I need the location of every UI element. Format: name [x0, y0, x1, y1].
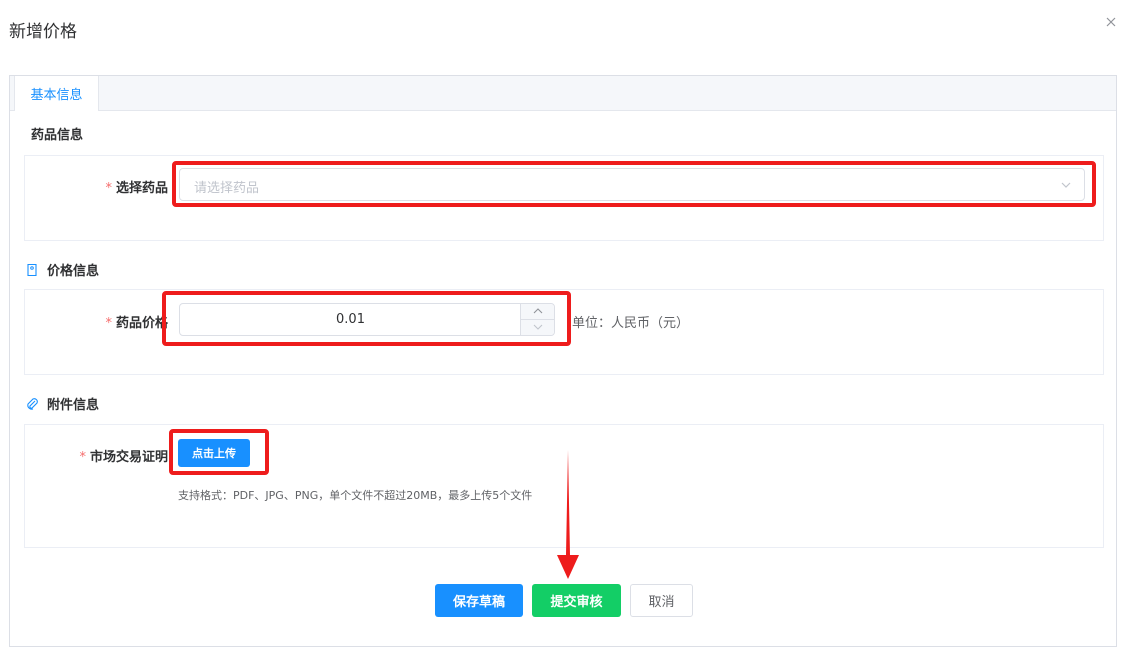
cancel-button[interactable]: 取消 [630, 584, 693, 617]
drug-select-placeholder: 请选择药品 [194, 181, 260, 196]
price-input[interactable]: 0.01 [179, 303, 555, 336]
dialog-title: 新增价格 [9, 22, 77, 42]
drug-section-title: 药品信息 [31, 124, 83, 143]
required-mark: * [105, 181, 112, 196]
chevron-down-icon [1061, 182, 1071, 188]
drug-section-title-text: 药品信息 [31, 128, 84, 143]
drug-select-label-text: 选择药品 [115, 181, 168, 196]
required-mark: * [105, 316, 112, 331]
chevron-up-icon [533, 308, 542, 314]
price-section-title: 价格信息 [25, 260, 99, 279]
upload-hint: 支持格式：PDF、JPG、PNG，单个文件不超过20MB，最多上传5个文件 [178, 489, 533, 502]
price-stepper [520, 304, 554, 335]
decrease-button[interactable] [521, 320, 554, 336]
price-section-title-text: 价格信息 [47, 264, 100, 279]
attachment-section-title: 附件信息 [25, 394, 99, 413]
price-label: * 药品价格 [100, 312, 168, 331]
increase-button[interactable] [521, 304, 554, 320]
price-tag-icon [27, 263, 37, 276]
upload-button[interactable]: 点击上传 [178, 439, 250, 467]
price-unit: 单位：人民币（元） [572, 316, 690, 331]
proof-label-text: 市场交易证明 [89, 450, 168, 465]
paperclip-icon [27, 397, 38, 410]
drug-select[interactable]: 请选择药品 [179, 168, 1085, 201]
attachment-section-title-text: 附件信息 [47, 398, 100, 413]
chevron-down-icon [533, 324, 542, 331]
price-label-text: 药品价格 [115, 316, 168, 331]
drug-select-label: * 选择药品 [100, 177, 168, 196]
red-arrow-annotation [557, 450, 579, 579]
save-draft-button[interactable]: 保存草稿 [435, 584, 523, 617]
close-icon[interactable] [1104, 15, 1118, 29]
price-value: 0.01 [336, 312, 365, 327]
required-mark: * [79, 450, 86, 465]
tab-basic-info[interactable]: 基本信息 [14, 76, 99, 111]
tab-bar: 基本信息 [10, 76, 1116, 111]
submit-review-button[interactable]: 提交审核 [532, 584, 621, 617]
proof-label: * 市场交易证明 [70, 446, 168, 465]
